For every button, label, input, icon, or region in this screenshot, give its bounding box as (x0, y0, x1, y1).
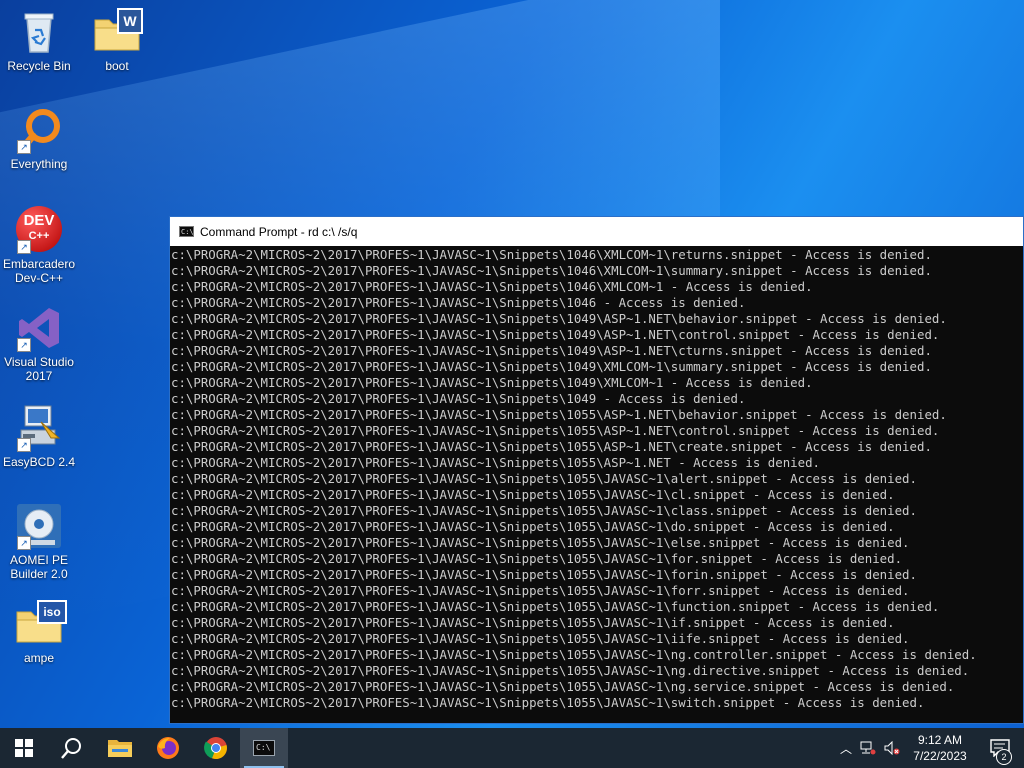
desktop-icon-boot[interactable]: W boot (79, 8, 155, 73)
action-center-button[interactable]: 2 (976, 739, 1024, 765)
console-line: c:\PROGRA~2\MICROS~2\2017\PROFES~1\JAVAS… (171, 695, 925, 710)
clock-date: 7/22/2023 (913, 749, 967, 763)
console-line: c:\PROGRA~2\MICROS~2\2017\PROFES~1\JAVAS… (171, 663, 970, 678)
console-line: c:\PROGRA~2\MICROS~2\2017\PROFES~1\JAVAS… (171, 471, 917, 486)
devcpp-icon: DEV C++ ↗ (15, 206, 63, 254)
console-line: c:\PROGRA~2\MICROS~2\2017\PROFES~1\JAVAS… (171, 311, 947, 326)
file-explorer-icon (108, 740, 132, 757)
shortcut-arrow-icon: ↗ (17, 438, 31, 452)
taskbar-firefox[interactable] (144, 728, 192, 768)
desktop-icon-label: Everything (10, 157, 68, 171)
desktop-icon-aomei-pe-builder[interactable]: ↗ AOMEI PE Builder 2.0 (1, 502, 77, 581)
console-line: c:\PROGRA~2\MICROS~2\2017\PROFES~1\JAVAS… (171, 583, 910, 598)
command-prompt-icon: C:\ (179, 226, 194, 237)
console-line: c:\PROGRA~2\MICROS~2\2017\PROFES~1\JAVAS… (171, 535, 910, 550)
desktop-icon-recycle-bin[interactable]: Recycle Bin (1, 8, 77, 73)
shortcut-arrow-icon: ↗ (17, 240, 31, 254)
console-line: c:\PROGRA~2\MICROS~2\2017\PROFES~1\JAVAS… (171, 247, 932, 262)
console-line: c:\PROGRA~2\MICROS~2\2017\PROFES~1\JAVAS… (171, 375, 813, 390)
taskbar-command-prompt[interactable]: C:\ (240, 728, 288, 768)
search-icon (61, 738, 81, 759)
chrome-icon (204, 737, 227, 760)
console-line: c:\PROGRA~2\MICROS~2\2017\PROFES~1\JAVAS… (171, 391, 746, 406)
start-button[interactable] (0, 728, 48, 768)
show-hidden-icons-button[interactable]: ︿ (836, 740, 856, 757)
desktop-icon-ampe[interactable]: iso ampe (1, 600, 77, 665)
word-document-badge: W (117, 8, 143, 34)
windows-logo-icon (15, 739, 33, 757)
easybcd-icon: ↗ (15, 404, 63, 452)
search-button[interactable] (48, 728, 96, 768)
console-line: c:\PROGRA~2\MICROS~2\2017\PROFES~1\JAVAS… (171, 327, 940, 342)
shortcut-arrow-icon: ↗ (17, 140, 31, 154)
console-line: c:\PROGRA~2\MICROS~2\2017\PROFES~1\JAVAS… (171, 567, 917, 582)
window-title: Command Prompt - rd c:\ /s/q (200, 224, 358, 239)
folder-icon: iso (15, 600, 67, 648)
console-line: c:\PROGRA~2\MICROS~2\2017\PROFES~1\JAVAS… (171, 295, 746, 310)
command-prompt-icon: C:\ (253, 740, 275, 756)
console-line: c:\PROGRA~2\MICROS~2\2017\PROFES~1\JAVAS… (171, 455, 821, 470)
aomei-pe-builder-icon: ↗ (15, 502, 63, 550)
iso-badge: iso (37, 600, 67, 624)
notification-count-badge: 2 (996, 749, 1012, 765)
desktop-icon-visual-studio[interactable]: ↗ Visual Studio 2017 (1, 304, 77, 383)
console-line: c:\PROGRA~2\MICROS~2\2017\PROFES~1\JAVAS… (171, 615, 895, 630)
console-line: c:\PROGRA~2\MICROS~2\2017\PROFES~1\JAVAS… (171, 551, 903, 566)
desktop-icon-label: boot (105, 59, 129, 73)
console-line: c:\PROGRA~2\MICROS~2\2017\PROFES~1\JAVAS… (171, 631, 910, 646)
console-line: c:\PROGRA~2\MICROS~2\2017\PROFES~1\JAVAS… (171, 599, 940, 614)
desktop-icon-label: AOMEI PE Builder 2.0 (9, 553, 68, 581)
console-line: c:\PROGRA~2\MICROS~2\2017\PROFES~1\JAVAS… (171, 439, 932, 454)
network-button[interactable] (856, 741, 880, 755)
console-line: c:\PROGRA~2\MICROS~2\2017\PROFES~1\JAVAS… (171, 679, 955, 694)
console-line: c:\PROGRA~2\MICROS~2\2017\PROFES~1\JAVAS… (171, 343, 932, 358)
recycle-bin-icon (15, 8, 63, 56)
console-line: c:\PROGRA~2\MICROS~2\2017\PROFES~1\JAVAS… (171, 279, 813, 294)
system-tray: ︿ 9:12 AM 7/22/2023 2 (836, 728, 1024, 768)
console-line: c:\PROGRA~2\MICROS~2\2017\PROFES~1\JAVAS… (171, 407, 947, 422)
console-line: c:\PROGRA~2\MICROS~2\2017\PROFES~1\JAVAS… (171, 359, 932, 374)
shortcut-arrow-icon: ↗ (17, 338, 31, 352)
desktop-icon-devcpp[interactable]: DEV C++ ↗ Embarcadero Dev-C++ (1, 206, 77, 285)
console-line: c:\PROGRA~2\MICROS~2\2017\PROFES~1\JAVAS… (171, 423, 940, 438)
clock[interactable]: 9:12 AM 7/22/2023 (904, 732, 976, 764)
taskbar: C:\ ︿ 9:12 AM 7/22/2023 2 (0, 728, 1024, 768)
shortcut-arrow-icon: ↗ (17, 536, 31, 550)
command-prompt-window[interactable]: C:\ Command Prompt - rd c:\ /s/q c:\PROG… (169, 216, 1024, 724)
clock-time: 9:12 AM (917, 733, 963, 747)
volume-button[interactable] (880, 741, 904, 755)
visual-studio-icon: ↗ (15, 304, 63, 352)
desktop-icon-label: Embarcadero Dev-C++ (2, 257, 76, 285)
firefox-icon (157, 737, 179, 759)
volume-muted-icon (884, 741, 900, 755)
desktop-icon-label: ampe (23, 651, 55, 665)
folder-icon: W (93, 8, 143, 56)
network-icon (860, 741, 876, 755)
desktop-icon-everything[interactable]: ↗ Everything (1, 106, 77, 171)
command-prompt-titlebar[interactable]: C:\ Command Prompt - rd c:\ /s/q (170, 217, 1023, 246)
console-line: c:\PROGRA~2\MICROS~2\2017\PROFES~1\JAVAS… (171, 263, 932, 278)
desktop-icon-easybcd[interactable]: ↗ EasyBCD 2.4 (1, 404, 77, 469)
console-line: c:\PROGRA~2\MICROS~2\2017\PROFES~1\JAVAS… (171, 519, 895, 534)
devcpp-badge-top: DEV (23, 212, 55, 229)
taskbar-file-explorer[interactable] (96, 728, 144, 768)
taskbar-chrome[interactable] (192, 728, 240, 768)
desktop-icon-label: Visual Studio 2017 (4, 355, 74, 383)
desktop-icon-label: Recycle Bin (7, 59, 71, 73)
desktop-icon-label: EasyBCD 2.4 (2, 455, 76, 469)
console-line: c:\PROGRA~2\MICROS~2\2017\PROFES~1\JAVAS… (171, 647, 977, 662)
console-line: c:\PROGRA~2\MICROS~2\2017\PROFES~1\JAVAS… (171, 487, 895, 502)
chevron-up-icon: ︿ (839, 741, 852, 756)
console-line: c:\PROGRA~2\MICROS~2\2017\PROFES~1\JAVAS… (171, 503, 917, 518)
console-output[interactable]: c:\PROGRA~2\MICROS~2\2017\PROFES~1\JAVAS… (170, 246, 1023, 724)
everything-search-icon: ↗ (15, 106, 63, 154)
